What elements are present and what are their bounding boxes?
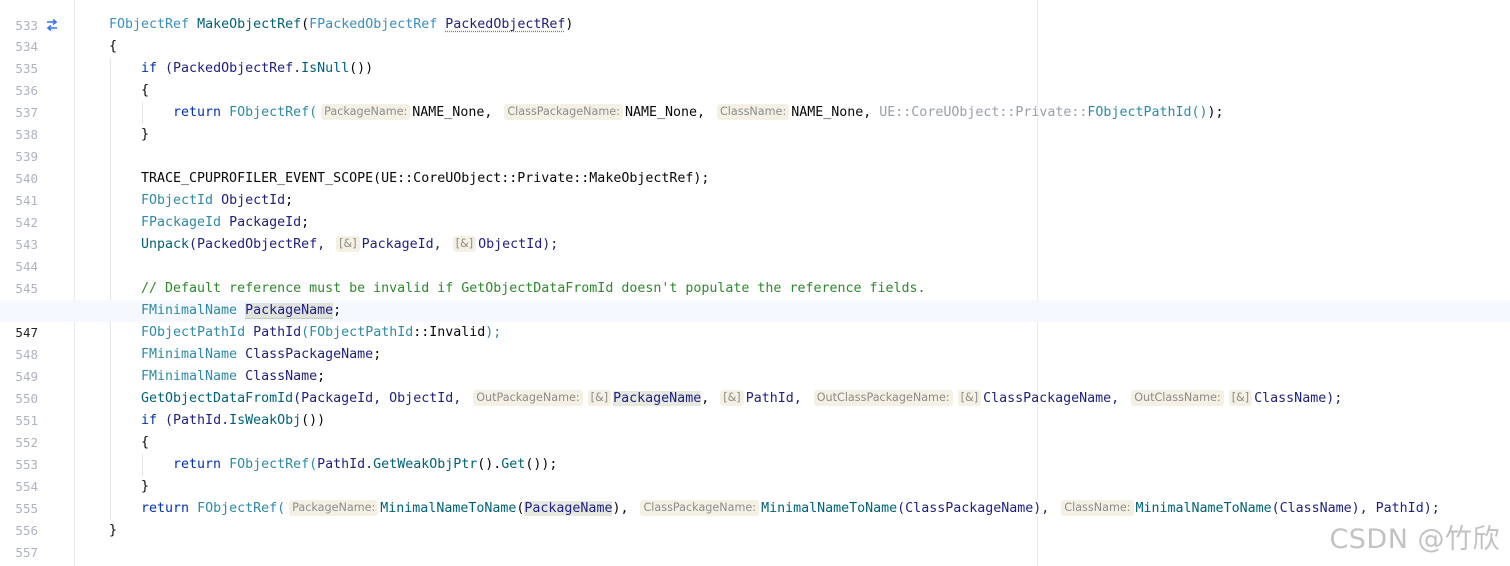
parameter-hint: ClassPackageName:: [504, 104, 623, 120]
parameter-hint: OutClassPackageName:: [813, 390, 953, 406]
parameter-hint: ClassName:: [1061, 500, 1134, 516]
reference-hint: [&]: [336, 236, 360, 252]
code-comment: // Default reference must be invalid if …: [141, 281, 926, 296]
code-text: {: [141, 83, 150, 98]
highlighted-symbol: PackageName: [613, 391, 702, 406]
code-line[interactable]: 551 GetObjectDataFromId(PackageId, Objec…: [0, 388, 1510, 428]
code-line[interactable]: 544 Unpack(PackedObjectRef, [&] PackageId…: [0, 234, 1510, 274]
code-line[interactable]: 543 FPackageId PackageId;: [0, 212, 1510, 252]
code-text: return FObjectRef(PathId.GetWeakObjPtr()…: [173, 457, 558, 472]
code-line[interactable]: 539 }: [0, 124, 1510, 164]
code-line[interactable]: 535 {: [0, 36, 1510, 76]
code-line[interactable]: 555 }: [0, 476, 1510, 516]
parameter-hint: OutPackageName:: [473, 390, 583, 406]
code-line[interactable]: 540: [0, 146, 1510, 186]
parameter-hint: OutClassName:: [1131, 390, 1224, 406]
reference-hint: [&]: [452, 236, 477, 252]
code-line[interactable]: 554 return FObjectRef(PathId.GetWeakObjP…: [0, 454, 1510, 494]
code-line[interactable]: 545: [0, 256, 1510, 296]
code-line[interactable]: 553 {: [0, 432, 1510, 472]
code-text: FMinimalName PackageName;: [141, 303, 342, 319]
code-text: FMinimalName ClassPackageName;: [141, 347, 382, 362]
code-text: if (PackedObjectRef.IsNull()): [141, 61, 374, 76]
code-text: Unpack(PackedObjectRef, [&] PackageId, [&…: [141, 236, 559, 252]
reference-hint: [&]: [720, 390, 744, 406]
code-text: }: [141, 127, 150, 142]
reference-hint: [&]: [957, 390, 982, 406]
code-text: return FObjectRef(PackageName: MinimalNam…: [141, 500, 1440, 516]
highlighted-symbol: PackageName: [524, 501, 613, 516]
code-line[interactable]: 534 FObjectRef MakeObjectRef(FPackedObje…: [0, 14, 1510, 54]
parameter-hint: PackageName:: [289, 500, 379, 516]
code-line[interactable]: 552 if (PathId.IsWeakObj()): [0, 410, 1510, 450]
code-text: FPackageId PackageId;: [141, 215, 310, 230]
reference-hint: [&]: [587, 390, 612, 406]
code-line[interactable]: 550 FMinimalName ClassName;: [0, 366, 1510, 406]
code-text: if (PathId.IsWeakObj()): [141, 413, 326, 428]
code-line[interactable]: 556 return FObjectRef(PackageName: Minima…: [0, 498, 1510, 538]
code-text: {: [109, 39, 118, 54]
code-line[interactable]: 546 // Default reference must be invalid…: [0, 278, 1510, 318]
override-implements-icon[interactable]: [44, 17, 60, 33]
code-line[interactable]: 536 if (PackedObjectRef.IsNull()): [0, 58, 1510, 98]
code-text: {: [141, 435, 150, 450]
code-line[interactable]: 548 FObjectPathId PathId(FObjectPathId::…: [0, 322, 1510, 362]
parameter-hint: ClassPackageName:: [640, 500, 760, 516]
code-text: FMinimalName ClassName;: [141, 369, 326, 384]
code-line[interactable]: 558: [0, 542, 1510, 564]
code-line[interactable]: 533: [0, 0, 1510, 33]
code-text: FObjectPathId PathId(FObjectPathId::Inva…: [141, 325, 502, 340]
code-text: GetObjectDataFromId(PackageId, ObjectId,…: [141, 390, 1343, 406]
code-text: }: [141, 479, 150, 494]
code-text: return FObjectRef(PackageName: NAME_None,…: [173, 104, 1224, 120]
code-text: FObjectId ObjectId;: [141, 193, 294, 208]
parameter-hint: PackageName:: [321, 104, 411, 120]
code-line[interactable]: 542 FObjectId ObjectId;: [0, 190, 1510, 230]
parameter-hint: ClassName:: [717, 104, 790, 120]
reference-hint: [&]: [1228, 390, 1253, 406]
code-line[interactable]: 557 }: [0, 520, 1510, 560]
highlighted-symbol: PackageName: [245, 303, 334, 319]
code-text: FObjectRef MakeObjectRef(FPackedObjectRe…: [109, 17, 574, 32]
code-text: }: [109, 523, 118, 538]
code-line-current[interactable]: 547 FMinimalName PackageName;: [0, 300, 1510, 340]
code-text: TRACE_CPUPROFILER_EVENT_SCOPE(UE::CoreUO…: [141, 171, 710, 186]
code-editor[interactable]: 533 534 FObjectRef MakeObjectRef(FPacked…: [0, 0, 1510, 566]
code-line[interactable]: 541 TRACE_CPUPROFILER_EVENT_SCOPE(UE::Co…: [0, 168, 1510, 208]
watermark: CSDN @竹欣: [1329, 524, 1500, 555]
code-line[interactable]: 537 {: [0, 80, 1510, 120]
code-line[interactable]: 538 return FObjectRef(PackageName: NAME_N…: [0, 102, 1510, 142]
code-line[interactable]: 549 FMinimalName ClassPackageName;: [0, 344, 1510, 384]
